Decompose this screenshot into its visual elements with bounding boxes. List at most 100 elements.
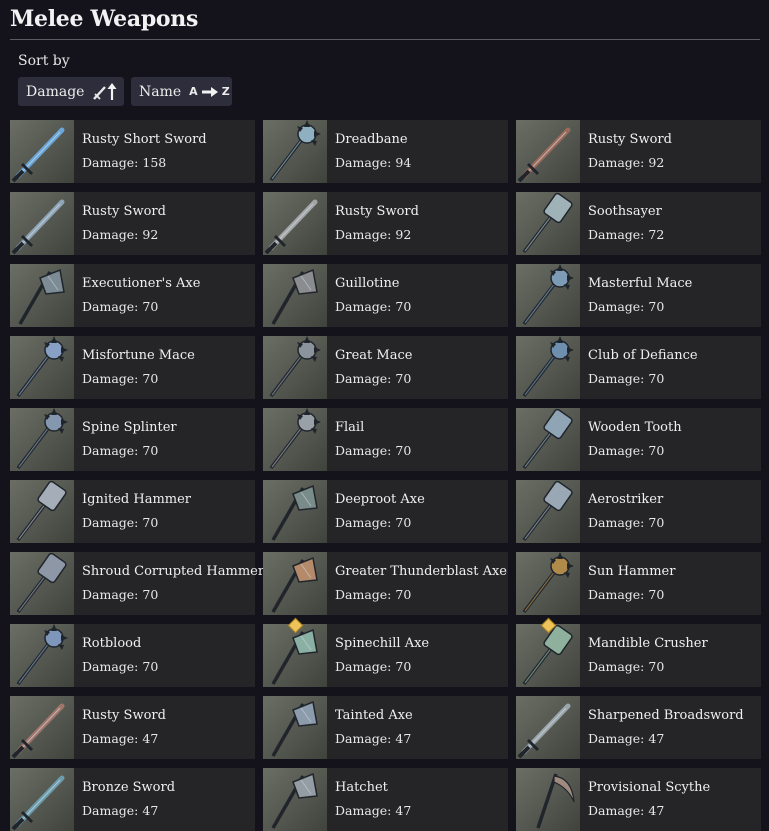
sort-damage-label: Damage bbox=[26, 83, 85, 100]
weapon-card[interactable]: Flail Damage: 70 bbox=[263, 408, 508, 471]
weapon-card[interactable]: Rusty Short Sword Damage: 158 bbox=[10, 120, 255, 183]
weapon-name: Soothsayer bbox=[588, 204, 662, 219]
weapon-damage: Damage: 70 bbox=[335, 443, 412, 458]
weapon-name: Dreadbane bbox=[335, 132, 408, 147]
sword-icon bbox=[11, 775, 65, 831]
sword-icon bbox=[11, 127, 65, 183]
weapon-info: Dreadbane Damage: 94 bbox=[327, 120, 411, 183]
sword-icon bbox=[11, 199, 65, 255]
weapon-thumbnail bbox=[263, 696, 327, 759]
weapon-damage: Damage: 70 bbox=[588, 515, 665, 530]
weapon-info: Rusty Sword Damage: 92 bbox=[327, 192, 419, 255]
weapon-grid: Rusty Short Sword Damage: 158 Dreadbane Dam… bbox=[10, 120, 761, 831]
weapon-damage: Damage: 70 bbox=[588, 443, 665, 458]
weapon-name: Great Mace bbox=[335, 348, 413, 363]
weapon-card[interactable]: Misfortune Mace Damage: 70 bbox=[10, 336, 255, 399]
weapon-thumbnail bbox=[516, 696, 580, 759]
weapon-card[interactable]: Bronze Sword Damage: 47 bbox=[10, 768, 255, 831]
weapon-card[interactable]: Shroud Corrupted Hammer Damage: 70 bbox=[10, 552, 264, 615]
weapon-info: Rusty Short Sword Damage: 158 bbox=[74, 120, 207, 183]
weapon-damage: Damage: 70 bbox=[588, 587, 665, 602]
weapon-name: Masterful Mace bbox=[588, 276, 693, 291]
weapon-name: Club of Defiance bbox=[588, 348, 698, 363]
weapon-damage: Damage: 70 bbox=[335, 587, 412, 602]
weapon-card[interactable]: Club of Defiance Damage: 70 bbox=[516, 336, 761, 399]
weapon-name: Rusty Sword bbox=[588, 132, 672, 147]
weapon-name: Misfortune Mace bbox=[82, 348, 195, 363]
weapon-damage: Damage: 70 bbox=[588, 371, 665, 386]
weapon-thumbnail bbox=[263, 192, 327, 255]
weapon-card[interactable]: Rusty Sword Damage: 92 bbox=[516, 120, 761, 183]
weapon-damage: Damage: 92 bbox=[82, 227, 159, 242]
weapon-damage: Damage: 70 bbox=[335, 299, 412, 314]
weapon-info: Misfortune Mace Damage: 70 bbox=[74, 336, 195, 399]
weapon-thumbnail bbox=[10, 408, 74, 471]
weapon-thumbnail bbox=[516, 552, 580, 615]
weapon-thumbnail bbox=[10, 192, 74, 255]
hammer-icon bbox=[522, 192, 573, 254]
weapon-damage: Damage: 47 bbox=[82, 731, 159, 746]
weapon-name: Greater Thunderblast Axe bbox=[335, 564, 507, 579]
weapon-damage: Damage: 47 bbox=[335, 803, 412, 818]
mace-icon bbox=[16, 408, 68, 470]
weapon-card[interactable]: Rusty Sword Damage: 47 bbox=[10, 696, 255, 759]
weapon-card[interactable]: Sharpened Broadsword Damage: 47 bbox=[516, 696, 761, 759]
weapon-thumbnail bbox=[263, 480, 327, 543]
weapon-info: Mandible Crusher Damage: 70 bbox=[580, 624, 708, 687]
sort-to-letter: Z bbox=[221, 85, 230, 98]
weapon-card[interactable]: Sun Hammer Damage: 70 bbox=[516, 552, 761, 615]
weapon-damage: Damage: 70 bbox=[82, 659, 159, 674]
weapon-card[interactable]: Tainted Axe Damage: 47 bbox=[263, 696, 508, 759]
weapon-card[interactable]: Spine Splinter Damage: 70 bbox=[10, 408, 255, 471]
weapon-thumbnail bbox=[263, 552, 327, 615]
weapon-card[interactable]: Executioner's Axe Damage: 70 bbox=[10, 264, 255, 327]
mace-icon bbox=[269, 408, 321, 470]
weapon-thumbnail bbox=[263, 120, 327, 183]
mace-icon bbox=[16, 336, 68, 398]
weapon-info: Club of Defiance Damage: 70 bbox=[580, 336, 698, 399]
weapon-card[interactable]: Deeproot Axe Damage: 70 bbox=[263, 480, 508, 543]
weapon-thumbnail bbox=[263, 768, 327, 831]
weapon-name: Mandible Crusher bbox=[588, 636, 708, 651]
weapon-card[interactable]: Great Mace Damage: 70 bbox=[263, 336, 508, 399]
weapon-card[interactable]: Spinechill Axe Damage: 70 bbox=[263, 617, 508, 687]
sort-from-letter: A bbox=[189, 85, 198, 98]
weapon-damage: Damage: 70 bbox=[82, 371, 159, 386]
weapon-info: Wooden Tooth Damage: 70 bbox=[580, 408, 682, 471]
weapon-card[interactable]: Hatchet Damage: 47 bbox=[263, 768, 508, 831]
weapon-card[interactable]: Rusty Sword Damage: 92 bbox=[10, 192, 255, 255]
weapon-card[interactable]: Rusty Sword Damage: 92 bbox=[263, 192, 508, 255]
weapon-card[interactable]: Masterful Mace Damage: 70 bbox=[516, 264, 761, 327]
axe-icon bbox=[271, 484, 318, 541]
weapon-thumbnail bbox=[263, 336, 327, 399]
weapon-thumbnail bbox=[10, 696, 74, 759]
axe-icon bbox=[271, 556, 318, 613]
weapon-card[interactable]: Wooden Tooth Damage: 70 bbox=[516, 408, 761, 471]
weapon-thumbnail bbox=[10, 552, 74, 615]
weapon-card[interactable]: Greater Thunderblast Axe Damage: 70 bbox=[263, 552, 508, 615]
sort-by-damage-button[interactable]: Damage bbox=[18, 77, 124, 106]
weapon-damage: Damage: 70 bbox=[588, 299, 665, 314]
weapon-card[interactable]: Guillotine Damage: 70 bbox=[263, 264, 508, 327]
weapon-card[interactable]: Provisional Scythe Damage: 47 bbox=[516, 768, 761, 831]
mace-icon bbox=[269, 120, 321, 182]
page-title: Melee Weapons bbox=[10, 6, 199, 32]
weapon-info: Greater Thunderblast Axe Damage: 70 bbox=[327, 552, 507, 615]
weapon-damage: Damage: 92 bbox=[588, 155, 665, 170]
weapon-card[interactable]: Dreadbane Damage: 94 bbox=[263, 120, 508, 183]
weapon-info: Flail Damage: 70 bbox=[327, 408, 411, 471]
weapon-name: Bronze Sword bbox=[82, 780, 176, 795]
weapon-card[interactable]: Ignited Hammer Damage: 70 bbox=[10, 480, 255, 543]
weapon-name: Deeproot Axe bbox=[335, 492, 425, 507]
axe-icon bbox=[271, 268, 318, 325]
weapon-card[interactable]: Rotblood Damage: 70 bbox=[10, 624, 255, 687]
weapon-info: Great Mace Damage: 70 bbox=[327, 336, 412, 399]
weapon-damage: Damage: 47 bbox=[82, 803, 159, 818]
mace-icon bbox=[269, 336, 321, 398]
weapon-card[interactable]: Soothsayer Damage: 72 bbox=[516, 192, 761, 255]
weapon-card[interactable]: Mandible Crusher Damage: 70 bbox=[516, 617, 761, 687]
title-divider bbox=[10, 39, 760, 40]
mace-icon bbox=[522, 264, 574, 326]
weapon-card[interactable]: Aerostriker Damage: 70 bbox=[516, 480, 761, 543]
sort-by-name-button[interactable]: Name A Z bbox=[131, 77, 232, 106]
